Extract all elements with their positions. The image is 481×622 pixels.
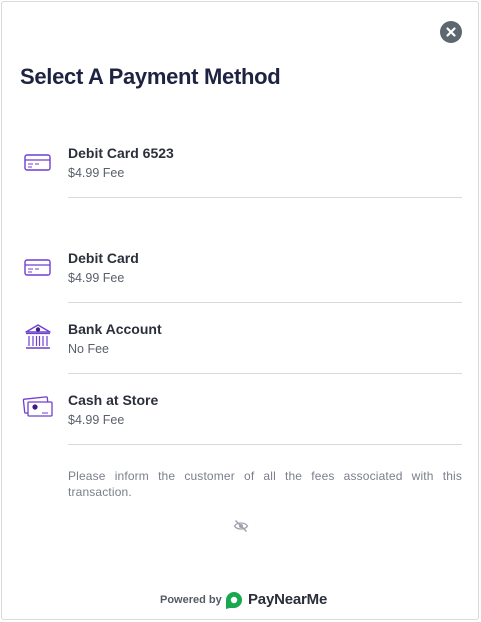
- close-button[interactable]: [440, 21, 462, 43]
- payment-option-name: Debit Card: [68, 250, 139, 266]
- payment-option-name: Bank Account: [68, 321, 162, 337]
- payment-option-name: Cash at Store: [68, 392, 159, 408]
- cash-icon: [22, 396, 53, 417]
- paynearme-logo-icon: [226, 592, 242, 609]
- divider: [68, 197, 462, 198]
- payment-option-debit-card[interactable]: Debit Card $4.99 Fee: [2, 245, 480, 305]
- close-icon: [446, 27, 456, 37]
- payment-option-fee: $4.99 Fee: [68, 413, 125, 427]
- payment-option-name: Debit Card 6523: [68, 145, 174, 161]
- bank-icon: [25, 324, 51, 349]
- divider: [68, 373, 462, 374]
- brand-name: PayNearMe: [248, 591, 328, 608]
- payment-option-fee: $4.99 Fee: [68, 166, 125, 180]
- divider: [68, 444, 462, 445]
- payment-option-fee: No Fee: [68, 342, 109, 356]
- payment-option-fee: $4.99 Fee: [68, 271, 125, 285]
- payment-method-modal: Select A Payment Method Debit Card 6523 …: [1, 1, 479, 620]
- fee-notice: Please inform the customer of all the fe…: [68, 469, 462, 499]
- payment-option-cash-at-store[interactable]: Cash at Store $4.99 Fee: [2, 387, 480, 447]
- payment-option-bank-account[interactable]: Bank Account No Fee: [2, 316, 480, 376]
- eye-off-icon[interactable]: [233, 519, 249, 533]
- divider: [68, 302, 462, 303]
- payment-option-debit-card-6523[interactable]: Debit Card 6523 $4.99 Fee: [2, 140, 480, 200]
- modal-title: Select A Payment Method: [20, 64, 281, 89]
- credit-card-icon: [24, 154, 51, 171]
- powered-by-label: Powered by: [160, 594, 222, 606]
- credit-card-icon: [24, 259, 51, 276]
